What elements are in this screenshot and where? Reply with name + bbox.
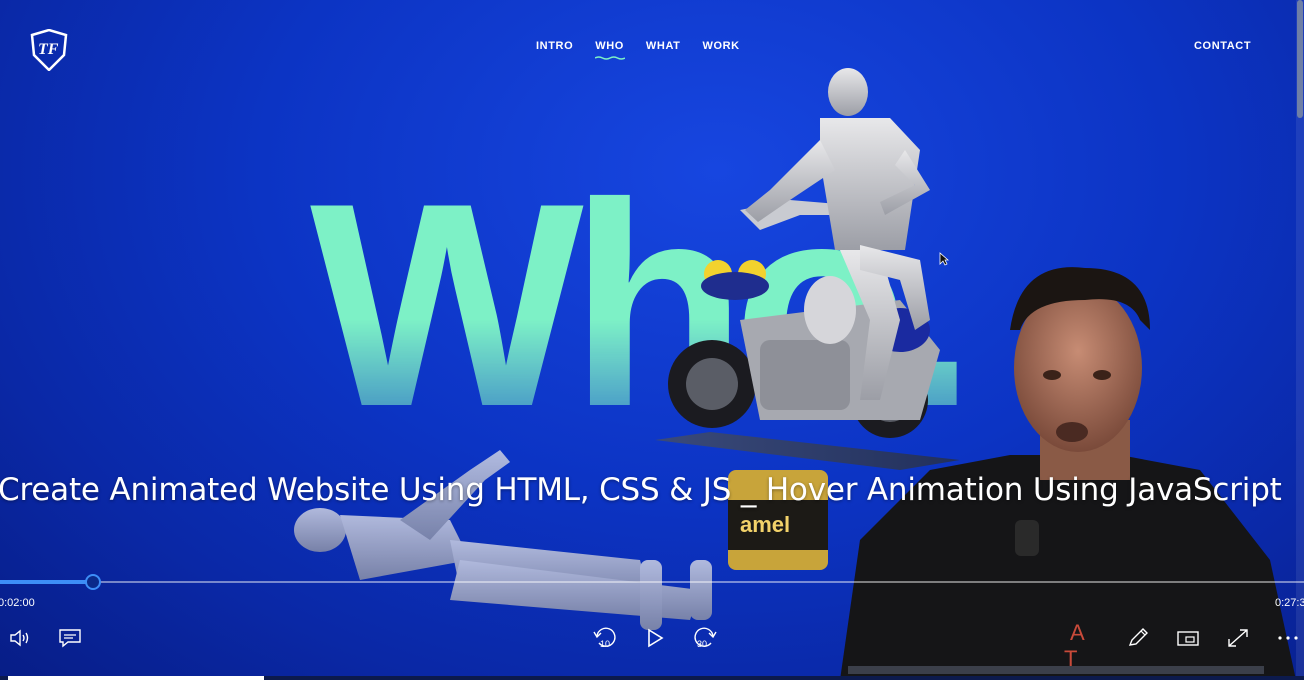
nav-work[interactable]: WORK	[703, 40, 740, 52]
nav-work-label: WORK	[702, 40, 740, 52]
site-nav: INTRO WHO WHAT WORK	[536, 40, 740, 60]
nav-what[interactable]: WHAT	[646, 40, 681, 52]
current-time: 0:02:00	[0, 597, 35, 609]
play-icon[interactable]	[642, 626, 668, 650]
svg-text:A: A	[1070, 620, 1085, 645]
progress-knob[interactable]	[85, 574, 101, 590]
nav-what-label: WHAT	[645, 40, 681, 52]
video-scene: amel A T	[294, 68, 1296, 680]
nav-who-label: WHO	[595, 40, 624, 52]
scrollbar-thumb[interactable]	[1297, 0, 1303, 118]
nav-intro-label: INTRO	[536, 40, 574, 52]
captions-icon[interactable]	[57, 626, 83, 650]
rewind-seconds: 10	[600, 639, 610, 649]
contact-link[interactable]: CONTACT	[1194, 40, 1251, 52]
bottom-strip	[0, 676, 1304, 680]
nav-who[interactable]: WHO	[595, 40, 626, 60]
mini-view-icon[interactable]	[1175, 626, 1201, 650]
video-title: Create Animated Website Using HTML, CSS …	[0, 472, 1282, 508]
forward-30-icon[interactable]: 30	[691, 626, 719, 650]
ramp-shape	[655, 432, 960, 470]
active-wave-icon	[595, 56, 626, 60]
rewind-10-icon[interactable]: 10	[591, 626, 619, 650]
can-label: amel	[740, 512, 790, 537]
pencil-icon[interactable]	[1125, 626, 1151, 650]
video-frame[interactable]: Who. amel A T TF INTRO WHO WHAT WORK CON…	[0, 0, 1304, 680]
mouse-cursor-icon	[939, 252, 949, 266]
logo-letters: TF	[38, 41, 59, 58]
progress-track[interactable]	[0, 581, 1304, 583]
fullscreen-icon[interactable]	[1225, 626, 1251, 650]
nav-intro[interactable]: INTRO	[536, 40, 573, 52]
progress-fill	[0, 580, 93, 584]
forward-seconds: 30	[697, 639, 707, 649]
volume-icon[interactable]	[8, 626, 34, 650]
tf-logo[interactable]: TF	[30, 29, 68, 71]
bottom-strip-segment	[8, 676, 264, 680]
